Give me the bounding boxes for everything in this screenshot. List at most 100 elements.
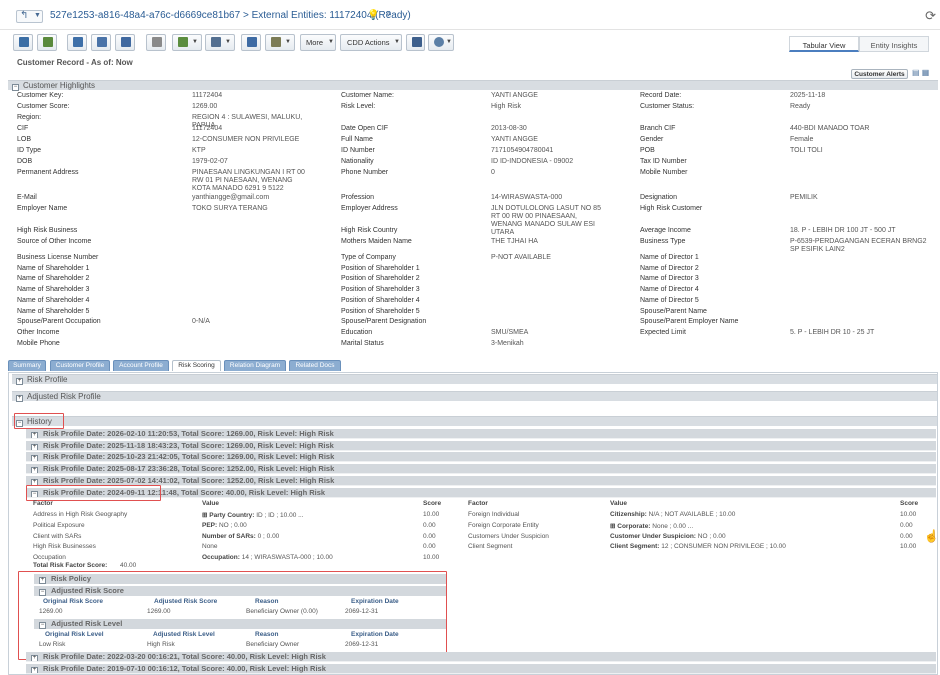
tab-relation-diagram[interactable]: Relation Diagram: [224, 360, 286, 371]
history-row-label: Risk Profile Date: 2026-02-10 11:20:53, …: [43, 429, 334, 438]
adjusted-risk-level-header[interactable]: − Adjusted Risk Level: [34, 619, 446, 629]
customer-alerts-button[interactable]: Customer Alerts: [851, 69, 908, 79]
tab-customer-profile[interactable]: Customer Profile: [50, 360, 110, 371]
help-icon[interactable]: ?: [385, 10, 391, 21]
lightbulb-icon[interactable]: 💡: [367, 10, 379, 21]
field-label: Spouse/Parent Occupation: [17, 318, 101, 325]
field-label: Name of Director 4: [640, 286, 699, 293]
field-value: 0-N/A: [192, 318, 210, 325]
history-row[interactable]: + Risk Profile Date: 2022-03-20 00:16:21,…: [26, 652, 936, 662]
link-button[interactable]: ▼: [172, 34, 202, 51]
back-button[interactable]: ↰ ▼: [16, 10, 43, 23]
tab-related-docs[interactable]: Related Docs: [289, 360, 341, 371]
total-score-value: 40.00: [120, 562, 137, 569]
factor-key: Client Segment:: [610, 543, 660, 551]
field-value: 11172404: [192, 92, 223, 99]
download-button[interactable]: [241, 34, 261, 51]
factor-value: PEP: NO ; 0.00: [202, 522, 247, 529]
field-value: 0: [491, 169, 495, 176]
more-label: More: [306, 38, 324, 47]
tab-risk-scoring[interactable]: Risk Scoring: [172, 360, 221, 371]
attach-button[interactable]: [146, 34, 166, 51]
history-row[interactable]: − Risk Profile Date: 2024-09-11 12:11:48,…: [26, 487, 936, 498]
factor-detail: 12 ; CONSUMER NON PRIVILEGE ; 10.00: [659, 543, 786, 551]
risk-profile-header[interactable]: + Risk Profile: [12, 374, 937, 385]
history-row[interactable]: + Risk Profile Date: 2019-07-10 00:16:12,…: [26, 664, 936, 674]
tab-entity-insights[interactable]: Entity Insights: [859, 36, 929, 52]
field-label: Customer Score:: [17, 103, 70, 110]
field-label: E-Mail: [17, 194, 37, 201]
factor-name: Customers Under Suspicion: [468, 532, 549, 540]
history-row-label: Risk Profile Date: 2025-11-18 18:43:23, …: [43, 440, 334, 450]
field-label: POB: [640, 147, 655, 154]
history-row[interactable]: + Risk Profile Date: 2025-07-02 14:41:02,…: [26, 475, 936, 486]
field-label: Spouse/Parent Employer Name: [640, 318, 739, 325]
field-label: Customer Status:: [640, 103, 695, 110]
expand-icon[interactable]: +: [39, 577, 46, 584]
field-value: 1979-02-07: [192, 158, 228, 165]
expand-icon[interactable]: +: [31, 655, 38, 661]
table-cell: 1269.00: [147, 608, 171, 615]
history-row[interactable]: + Risk Profile Date: 2025-08-17 23:36:28,…: [26, 464, 936, 475]
truck-button[interactable]: ▼: [265, 34, 295, 51]
field-label: Name of Director 2: [640, 265, 699, 272]
assign-button[interactable]: [37, 34, 57, 51]
case-button[interactable]: [67, 34, 87, 51]
field-value: P-6539-PERDAGANGAN ECERAN BRNG2 SP ESIFI…: [790, 238, 927, 253]
collapse-icon[interactable]: −: [39, 589, 46, 596]
history-row[interactable]: + Risk Profile Date: 2025-10-23 21:42:05,…: [26, 452, 936, 463]
expand-icon[interactable]: +: [31, 455, 38, 462]
factor-name: Political Exposure: [33, 521, 85, 529]
adjusted-risk-profile-header[interactable]: + Adjusted Risk Profile: [12, 391, 937, 402]
history-header[interactable]: − History: [12, 416, 937, 427]
customer-highlights-header[interactable]: − Customer Highlights: [8, 80, 938, 91]
toolbar: ▼ ▼ ▼ More ▼ CDD Actions ▼ ▼: [12, 34, 454, 52]
export-button[interactable]: ▼: [205, 34, 235, 51]
tab-account-profile[interactable]: Account Profile: [113, 360, 169, 371]
document-button[interactable]: [406, 34, 425, 51]
refresh-icon[interactable]: ⟳: [925, 8, 936, 24]
field-label: High Risk Country: [341, 227, 398, 234]
table-cell: Low Risk: [39, 641, 66, 648]
field-label: Education: [341, 329, 373, 336]
section-title: Adjusted Risk Level: [51, 619, 123, 628]
tab-summary[interactable]: Summary: [8, 360, 46, 371]
factor-name: Address in High Risk Geography: [33, 511, 128, 518]
factor-name: Occupation: [33, 554, 66, 562]
history-row[interactable]: + Risk Profile Date: 2025-11-18 18:43:23,…: [26, 440, 936, 451]
field-label: Spouse/Parent Name: [640, 308, 707, 315]
tab-tabular-view[interactable]: Tabular View: [789, 36, 859, 52]
factor-value: Citizenship: N/A ; NOT AVAILABLE ; 10.00: [610, 511, 735, 518]
report-button[interactable]: [91, 34, 111, 51]
expand-icon[interactable]: +: [31, 432, 38, 438]
document-icon: [412, 37, 422, 47]
field-label: High Risk Customer: [640, 205, 703, 212]
workflow-button[interactable]: [13, 34, 33, 51]
zoom-button[interactable]: ▼: [428, 34, 454, 51]
cdd-actions-label: CDD Actions: [347, 38, 390, 47]
adjusted-risk-score-header[interactable]: − Adjusted Risk Score: [34, 586, 446, 596]
risk-policy-header[interactable]: + Risk Policy: [34, 574, 446, 584]
factor-name: Foreign Corporate Entity: [468, 521, 539, 529]
factor-name: High Risk Businesses: [33, 543, 96, 551]
collapse-icon[interactable]: −: [12, 84, 19, 91]
expand-icon[interactable]: +: [16, 378, 23, 385]
record-title: Customer Record - As of: Now: [17, 58, 133, 67]
print-icon[interactable]: ▤ ▦: [912, 68, 929, 77]
history-row[interactable]: + Risk Profile Date: 2026-02-10 11:20:53,…: [26, 429, 936, 439]
field-label: ID Type: [17, 147, 41, 154]
factor-detail: None ; 0.00 ...: [650, 522, 694, 530]
factor-key: Customer Under Suspicion:: [610, 532, 696, 540]
more-button[interactable]: More ▼: [300, 34, 336, 51]
collapse-icon[interactable]: −: [39, 622, 46, 629]
cdd-actions-button[interactable]: CDD Actions ▼: [340, 34, 402, 51]
edit-button[interactable]: [115, 34, 135, 51]
expand-icon[interactable]: +: [31, 467, 38, 474]
field-label: ID Number: [341, 147, 375, 154]
assign-icon: [43, 37, 53, 47]
expand-icon[interactable]: +: [31, 667, 38, 673]
field-value: 2013-08-30: [491, 125, 527, 132]
expand-icon[interactable]: +: [31, 443, 38, 450]
history-row-label: Risk Profile Date: 2019-07-10 00:16:12, …: [43, 664, 326, 673]
expand-icon[interactable]: +: [16, 395, 23, 402]
